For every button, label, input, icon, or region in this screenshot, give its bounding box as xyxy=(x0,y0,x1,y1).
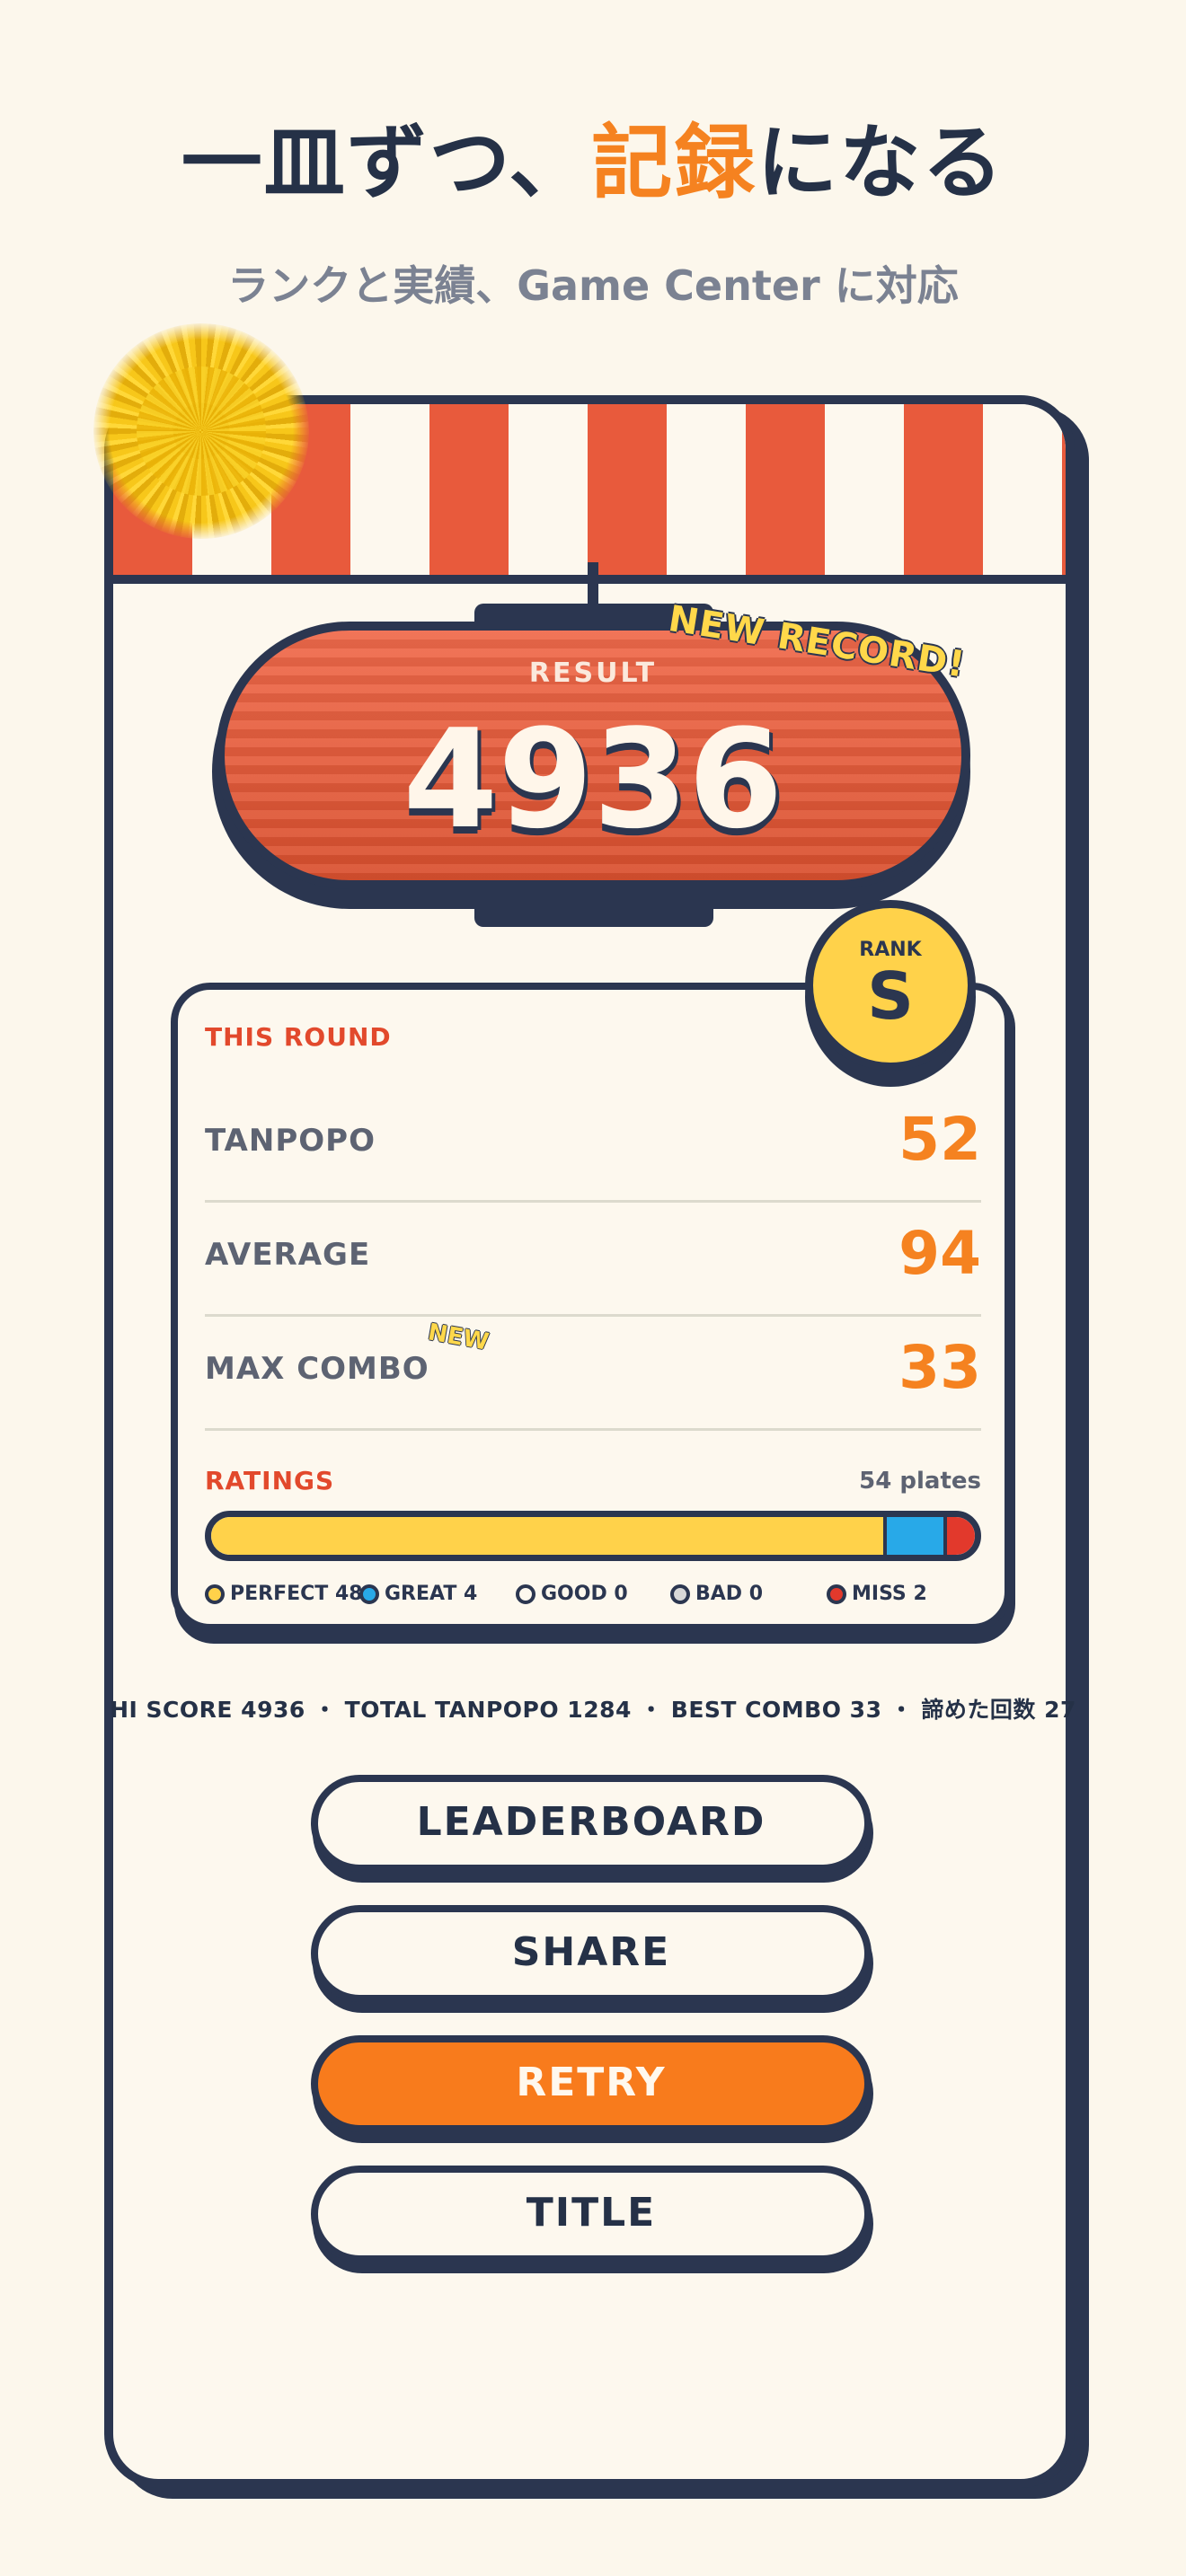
headline: 一皿ずつ、記録になる xyxy=(0,97,1186,214)
legend-label: BAD 0 xyxy=(695,1583,764,1605)
rank-badge: RANK S xyxy=(805,900,976,1071)
stat-value: 33 xyxy=(898,1333,981,1402)
retry-button[interactable]: RETRY xyxy=(311,2035,872,2132)
stat-row-max-combo: MAX COMBO 33 xyxy=(205,1317,981,1431)
legend-label: GREAT 4 xyxy=(385,1583,478,1605)
good-dot-icon xyxy=(516,1584,535,1604)
stat-label: TANPOPO xyxy=(205,1123,376,1159)
legend-perfect: PERFECT 48 xyxy=(205,1583,363,1605)
great-dot-icon xyxy=(359,1584,379,1604)
stat-row-tanpopo: TANPOPO 52 xyxy=(205,1089,981,1203)
plates-count: 54 plates xyxy=(859,1468,981,1495)
ratings-bar-miss xyxy=(946,1517,975,1555)
headline-post: になる xyxy=(757,116,1005,210)
headline-pre: 一皿ずつ、 xyxy=(181,116,592,210)
ratings-legend: PERFECT 48 GREAT 4 GOOD 0 BAD 0 MISS 2 xyxy=(205,1583,996,1615)
legend-great: GREAT 4 xyxy=(359,1583,477,1605)
legend-miss: MISS 2 xyxy=(827,1583,927,1605)
subheadline: ランクと実績、Game Center に対応 xyxy=(227,261,959,310)
ratings-bar-great xyxy=(887,1517,947,1555)
legend-label: GOOD 0 xyxy=(541,1583,628,1605)
title-button[interactable]: TITLE xyxy=(311,2166,872,2263)
legend-bad: BAD 0 xyxy=(670,1583,763,1605)
leaderboard-button[interactable]: LEADERBOARD xyxy=(311,1775,872,1872)
round-title: THIS ROUND xyxy=(205,1022,392,1052)
headline-accent: 記録 xyxy=(591,116,757,210)
perfect-dot-icon xyxy=(205,1584,225,1604)
lifetime-summary: HI SCORE 4936 ・ TOTAL TANPOPO 1284 ・ BES… xyxy=(110,1697,1076,1723)
stat-row-average: AVERAGE 94 xyxy=(205,1203,981,1317)
legend-label: MISS 2 xyxy=(852,1583,927,1605)
legend-label: PERFECT 48 xyxy=(230,1583,363,1605)
rank-letter: S xyxy=(867,958,914,1034)
ratings-title: RATINGS xyxy=(205,1466,335,1495)
ratings-bar-perfect xyxy=(211,1517,888,1555)
miss-dot-icon xyxy=(827,1584,846,1604)
ratings-bar xyxy=(205,1511,981,1561)
legend-good: GOOD 0 xyxy=(516,1583,628,1605)
stat-label: MAX COMBO xyxy=(205,1351,429,1387)
share-button[interactable]: SHARE xyxy=(311,1905,872,2002)
stat-value: 52 xyxy=(898,1105,981,1174)
stat-label: AVERAGE xyxy=(205,1237,371,1273)
bad-dot-icon xyxy=(670,1584,690,1604)
result-score: 4936 xyxy=(403,700,783,859)
stat-value: 94 xyxy=(898,1219,981,1288)
dandelion-center xyxy=(137,366,266,496)
